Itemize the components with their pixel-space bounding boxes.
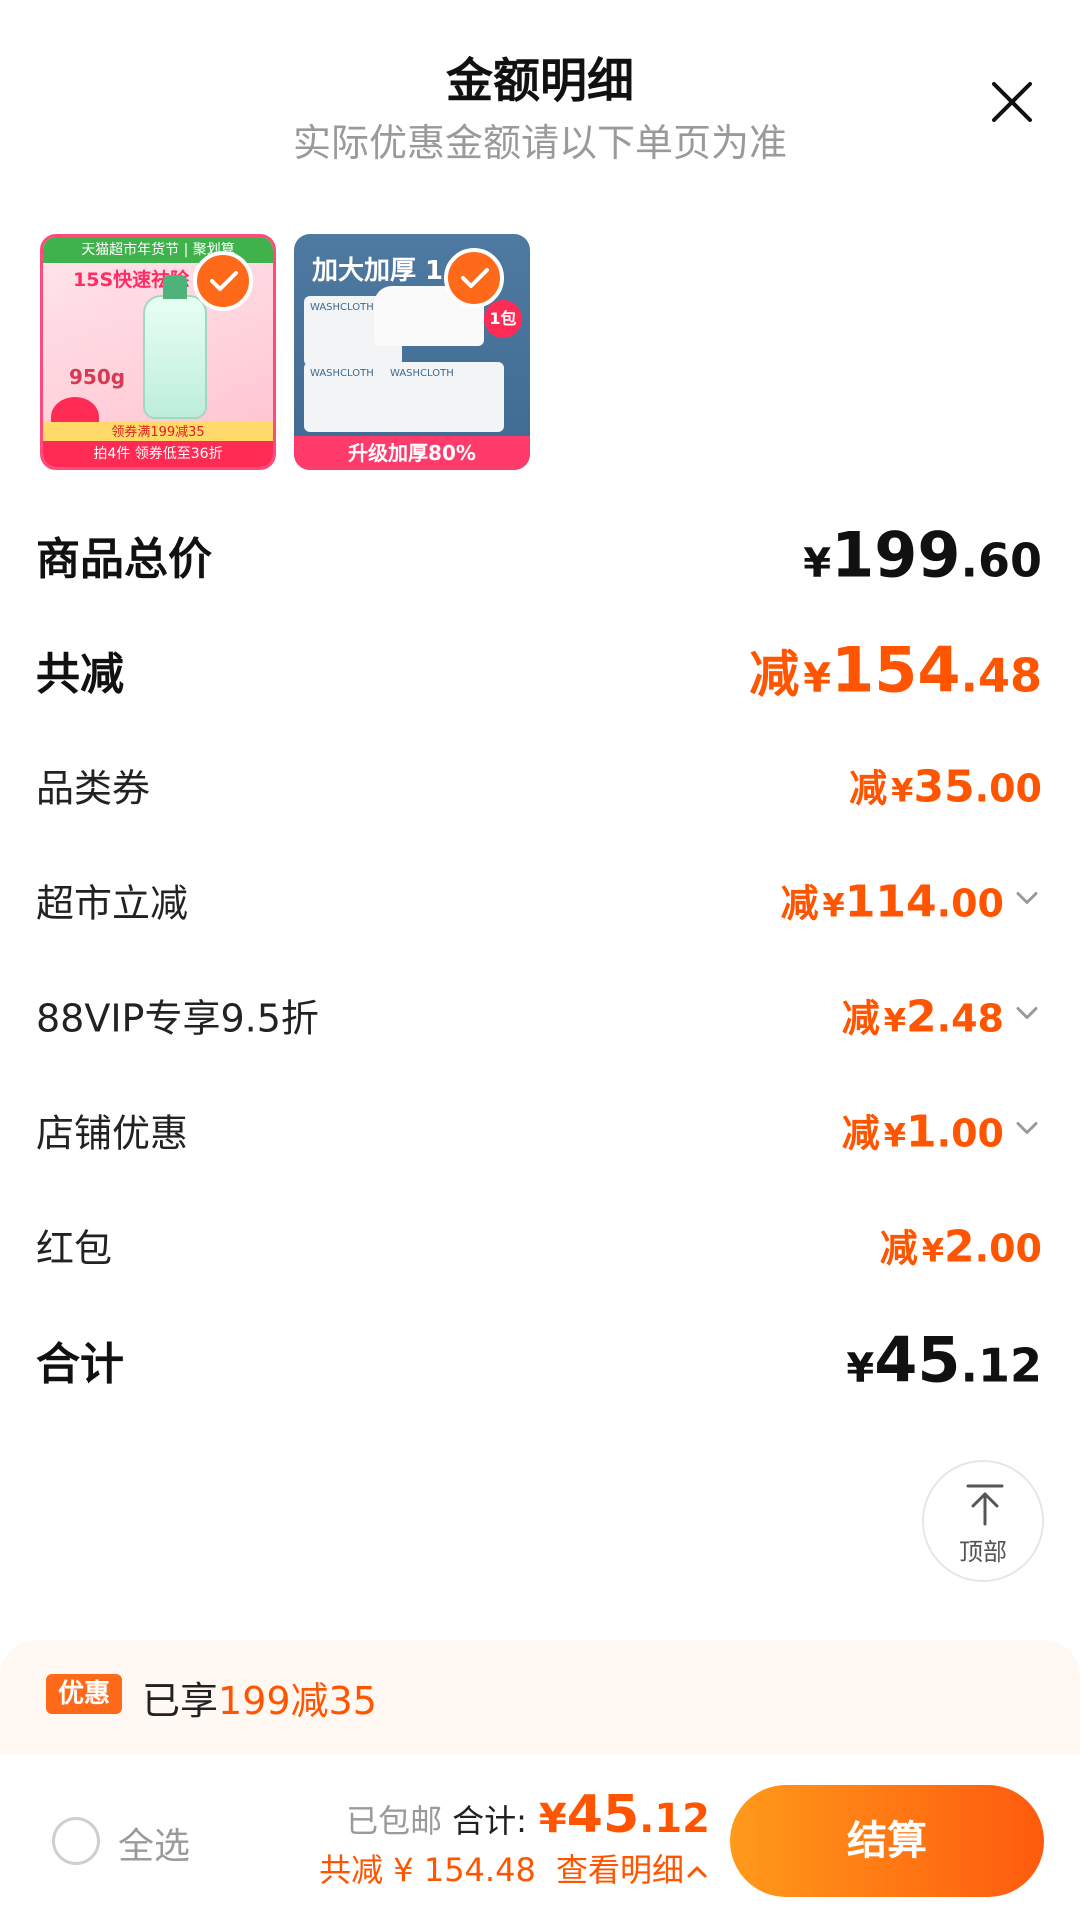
product-thumbnail-1[interactable]: 天猫超市年货节 | 聚划算 15S快速祛除 950g 领券满199减35 拍4件… [40, 234, 276, 470]
amount-yen: ¥ [921, 1231, 945, 1270]
washcloth-pack-icon: WASHCLOTH [384, 362, 504, 432]
amount-int: 154 [831, 633, 961, 707]
row-88vip-discount[interactable]: 88VIP专享9.5折 减 ¥ 2 .48 [36, 965, 1042, 1065]
pack-label: WASHCLOTH [310, 368, 374, 379]
back-to-top-button[interactable]: 顶部 [922, 1460, 1044, 1582]
close-icon[interactable] [982, 72, 1042, 132]
amount-int: 35 [913, 761, 975, 813]
amount-prefix: 减 [879, 1226, 918, 1271]
amount-yen: ¥ [803, 540, 832, 587]
pack-label: WASHCLOTH [390, 368, 454, 379]
amount-prefix: 减 [841, 996, 880, 1041]
promo-text: 已享199减35 [142, 1670, 377, 1725]
row-category-coupon: 品类券 减 ¥ 35 .00 [36, 735, 1042, 835]
amount-dec: .00 [974, 766, 1042, 811]
selected-check-icon[interactable] [193, 251, 253, 311]
amount-dec: .48 [960, 648, 1043, 703]
row-red-packet: 红包 减 ¥ 2 .00 [36, 1195, 1042, 1295]
checkout-bar: 全选 已包邮 合计: ¥ 45 .12 共减 ¥ 154.48 查看明细 结算 [0, 1755, 1080, 1930]
amount-dec: .00 [974, 1226, 1042, 1271]
row-store-discount[interactable]: 店铺优惠 减 ¥ 1 .00 [36, 1080, 1042, 1180]
amount-prefix: 减 [849, 766, 888, 811]
row-amount: 减 ¥ 1 .00 [842, 1103, 1042, 1158]
amount-int: 114 [844, 876, 937, 928]
row-amount: 减 ¥ 2 .00 [880, 1218, 1042, 1273]
amount-yen: ¥ [846, 1345, 875, 1392]
promo-text-plain: 已享 [142, 1679, 219, 1723]
price-summary: 已包邮 合计: ¥ 45 .12 共减 ¥ 154.48 查看明细 [319, 1785, 710, 1891]
amount-yen: ¥ [883, 1001, 907, 1040]
checkout-button[interactable]: 结算 [730, 1785, 1044, 1897]
select-all-label[interactable]: 全选 [118, 1817, 190, 1869]
product-thumbnails: 天猫超市年货节 | 聚划算 15S快速祛除 950g 领券满199减35 拍4件… [40, 234, 530, 470]
select-all-radio[interactable] [52, 1817, 100, 1865]
promo-tag: 优惠 [46, 1674, 122, 1714]
sheet-title: 金额明细 [446, 54, 634, 109]
row-amount: 减 ¥ 114 .00 [781, 873, 1042, 928]
row-label: 共减 [36, 649, 124, 700]
chevron-down-icon[interactable] [1012, 1113, 1042, 1143]
amount-int: 2 [906, 991, 937, 1043]
total-dec: .12 [639, 1796, 710, 1842]
row-label: 品类券 [36, 766, 151, 811]
amount-dec: .60 [960, 533, 1043, 588]
row-market-instant-discount[interactable]: 超市立减 减 ¥ 114 .00 [36, 850, 1042, 950]
row-label: 商品总价 [36, 534, 212, 585]
row-label: 合计 [36, 1339, 124, 1390]
amount-prefix: 减 [841, 1111, 880, 1156]
amount-dec: .00 [936, 1111, 1004, 1156]
chevron-down-icon[interactable] [1012, 883, 1042, 913]
amount-yen: ¥ [891, 771, 914, 810]
amount-dec: .12 [960, 1338, 1043, 1393]
row-amount: ¥ 45 .12 [846, 1324, 1042, 1397]
row-amount: 减 ¥ 154 .48 [749, 634, 1042, 707]
amount-int: 2 [944, 1221, 975, 1273]
row-amount: 减 ¥ 2 .48 [842, 988, 1042, 1043]
promo-text-accent: 199减35 [218, 1679, 377, 1723]
chevron-down-icon[interactable] [1012, 998, 1042, 1028]
product-thumbnail-2[interactable]: 加大加厚 1 WASHCLOTH WASHCLOTH WASHCLOTH 1包 … [294, 234, 530, 470]
product-2-headline: 加大加厚 1 [312, 256, 444, 286]
total-label: 合计: [452, 1802, 527, 1840]
row-label: 红包 [36, 1226, 113, 1271]
product-1-weight: 950g [69, 365, 126, 389]
row-label: 超市立减 [36, 881, 189, 926]
pack-label: WASHCLOTH [310, 302, 374, 313]
pack-count-badge: 1包 [484, 300, 522, 338]
amount-yen: ¥ [803, 655, 832, 702]
row-label: 88VIP专享9.5折 [36, 996, 319, 1041]
amount-int: 45 [874, 1323, 961, 1397]
arrow-up-icon [966, 1484, 1004, 1526]
total-int: 45 [566, 1785, 640, 1845]
row-total-discount: 共减 减 ¥ 154 .48 [36, 620, 1042, 720]
row-label: 店铺优惠 [36, 1111, 189, 1156]
view-details-label: 查看明细 [555, 1851, 684, 1889]
amount-int: 199 [831, 518, 961, 592]
row-amount: ¥ 199 .60 [803, 519, 1042, 592]
row-amount: 减 ¥ 35 .00 [849, 758, 1042, 813]
row-grand-total: 合计 ¥ 45 .12 [36, 1310, 1042, 1410]
promo-banner: 优惠 已享199减35 [0, 1640, 1080, 1760]
chevron-up-icon [687, 1866, 707, 1878]
product-1-bottom-text: 拍4件 领券低至36折 [43, 441, 273, 467]
amount-dec: .00 [936, 881, 1004, 926]
amount-yen: ¥ [883, 1116, 907, 1155]
amount-prefix: 减 [749, 645, 800, 704]
detergent-bottle-icon [143, 275, 207, 419]
amount-prefix: 减 [780, 881, 819, 926]
back-to-top-label: 顶部 [959, 1538, 1007, 1566]
row-goods-total: 商品总价 ¥ 199 .60 [36, 505, 1042, 605]
saved-amount: 共减 ¥ 154.48 [319, 1851, 536, 1889]
product-2-bottom-text: 升级加厚80% [294, 436, 530, 470]
amount-dec: .48 [936, 996, 1004, 1041]
selected-check-icon[interactable] [444, 248, 504, 308]
sheet-subtitle: 实际优惠金额请以下单页为准 [292, 121, 787, 165]
view-details-link[interactable]: 查看明细 [556, 1851, 710, 1889]
amount-yen: ¥ [822, 886, 845, 925]
free-shipping-label: 已包邮 [346, 1802, 443, 1840]
total-yen: ¥ [538, 1796, 567, 1842]
amount-int: 1 [906, 1106, 937, 1158]
